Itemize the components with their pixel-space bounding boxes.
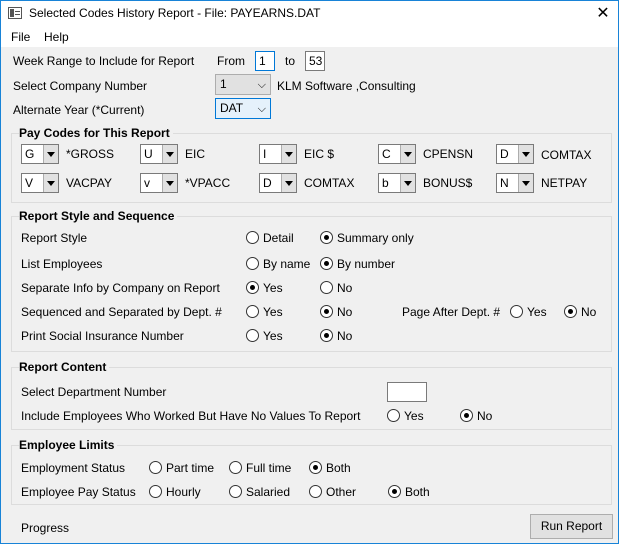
chevron-down-icon	[43, 145, 58, 163]
from-label: From	[217, 54, 245, 68]
pay-code-select[interactable]: V	[21, 173, 59, 193]
alt-year-select[interactable]: DAT ⌵	[215, 98, 271, 119]
week-range-label: Week Range to Include for Report	[13, 54, 195, 68]
pay-code-label: COMTAX	[541, 148, 592, 162]
pay-code-label: BONUS$	[423, 176, 473, 190]
menu-help[interactable]: Help	[44, 30, 69, 44]
pay-code-select[interactable]: D	[496, 144, 534, 164]
to-label: to	[285, 54, 296, 68]
window-title: Selected Codes History Report - File: PA…	[29, 6, 321, 20]
chevron-down-icon	[400, 174, 415, 192]
week-to-input[interactable]: 53	[305, 51, 325, 71]
pay-code-label: VACPAY	[66, 176, 113, 190]
app-icon	[8, 7, 22, 19]
sin-label: Print Social Insurance Number	[21, 329, 184, 343]
company-number-select[interactable]: 1 ⌵	[215, 74, 271, 95]
company-number-value: 1	[220, 77, 227, 91]
chevron-down-icon	[281, 145, 296, 163]
chevron-down-icon	[518, 174, 533, 192]
chevron-down-icon	[518, 145, 533, 163]
chevron-down-icon: ⌵	[257, 79, 266, 91]
chevron-down-icon	[162, 174, 177, 192]
chevron-down-icon	[281, 174, 296, 192]
pay-codes-title: Pay Codes for This Report	[19, 126, 173, 140]
pay-code-select[interactable]: U	[140, 144, 178, 164]
company-name: KLM Software ,Consulting	[277, 79, 416, 93]
pay-code-label: *GROSS	[66, 147, 115, 161]
pay-code-label: EIC $	[304, 147, 335, 161]
pay-code-select[interactable]: b	[378, 173, 416, 193]
report-window: Selected Codes History Report - File: PA…	[0, 0, 619, 544]
company-label: Select Company Number	[13, 79, 148, 93]
pay-code-select[interactable]: G	[21, 144, 59, 164]
progress-label: Progress	[21, 521, 70, 535]
employee-limits-title: Employee Limits	[19, 438, 118, 452]
select-dept-label: Select Department Number	[21, 385, 167, 399]
dept-number-input[interactable]	[387, 382, 427, 402]
list-employees-label: List Employees	[21, 257, 103, 271]
pay-status-label: Employee Pay Status	[21, 485, 136, 499]
include-employees-label: Include Employees Who Worked But Have No…	[21, 409, 361, 423]
pay-code-label: EIC	[185, 147, 206, 161]
pay-code-label: COMTAX	[304, 176, 355, 190]
close-icon[interactable]: ✕	[588, 1, 618, 27]
pay-code-label: CPENSN	[423, 147, 474, 161]
pay-code-label: *VPACC	[185, 176, 231, 190]
menu-bar: File Help	[1, 27, 618, 47]
report-style-label: Report Style	[21, 231, 88, 245]
title-bar: Selected Codes History Report - File: PA…	[1, 1, 618, 27]
pay-code-select[interactable]: N	[496, 173, 534, 193]
chevron-down-icon: ⌵	[257, 103, 266, 115]
chevron-down-icon	[400, 145, 415, 163]
chevron-down-icon	[43, 174, 58, 192]
alt-year-value: DAT	[220, 101, 244, 115]
employment-status-label: Employment Status	[21, 461, 126, 475]
separate-info-label: Separate Info by Company on Report	[21, 281, 220, 295]
menu-file[interactable]: File	[11, 30, 30, 44]
sequenced-label: Sequenced and Separated by Dept. #	[21, 305, 222, 319]
pay-code-select[interactable]: C	[378, 144, 416, 164]
run-report-button[interactable]: Run Report	[530, 514, 613, 539]
chevron-down-icon	[162, 145, 177, 163]
pay-code-select[interactable]: v	[140, 173, 178, 193]
pay-code-label: NETPAY	[541, 176, 588, 190]
report-content-title: Report Content	[19, 360, 110, 374]
week-from-input[interactable]: 1	[255, 51, 275, 71]
pay-code-select[interactable]: D	[259, 173, 297, 193]
report-style-title: Report Style and Sequence	[19, 209, 178, 223]
alt-year-label: Alternate Year (*Current)	[13, 103, 145, 117]
pay-code-select[interactable]: I	[259, 144, 297, 164]
page-after-dept-label: Page After Dept. #	[402, 305, 501, 319]
